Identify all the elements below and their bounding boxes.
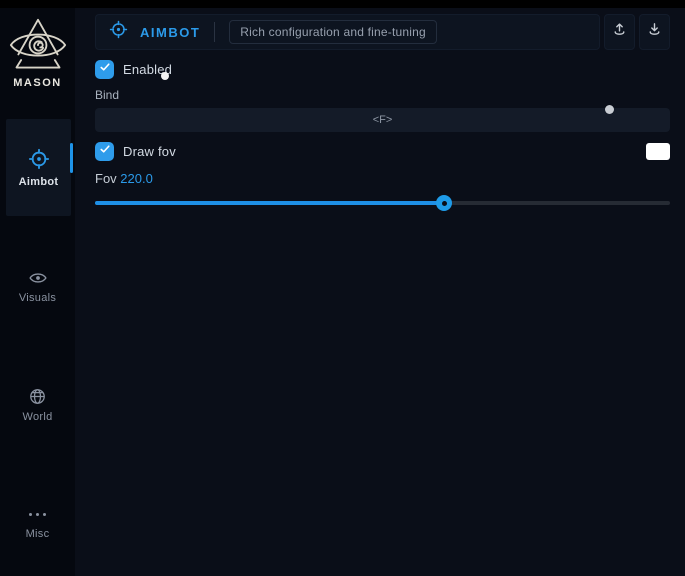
fov-value: 220.0 — [120, 171, 153, 186]
bind-input[interactable]: <F> — [95, 108, 670, 132]
globe-icon — [29, 388, 46, 405]
ellipsis-icon — [29, 506, 46, 522]
sidebar-item-world[interactable]: World — [0, 379, 75, 431]
bind-label: Bind — [95, 88, 670, 102]
cursor-dot — [161, 72, 169, 80]
draw-fov-checkbox[interactable] — [95, 142, 114, 161]
bind-value: <F> — [373, 114, 393, 126]
logo-text: MASON — [13, 77, 61, 89]
sidebar-item-misc[interactable]: Misc — [0, 497, 75, 549]
crosshair-icon — [28, 148, 50, 170]
fov-slider-fill — [95, 201, 444, 205]
page-title: AIMBOT — [140, 25, 200, 40]
mason-eye-pyramid-icon — [8, 17, 68, 75]
sidebar-item-aimbot[interactable]: Aimbot — [6, 119, 71, 216]
cursor-dot — [605, 105, 614, 114]
page-subtitle: Rich configuration and fine-tuning — [229, 20, 437, 44]
active-indicator — [70, 143, 73, 173]
upload-config-button[interactable] — [604, 14, 635, 50]
sidebar-item-label: Visuals — [19, 292, 56, 304]
sidebar: MASON Aimbot Visuals — [0, 8, 75, 576]
header-bar: AIMBOT Rich configuration and fine-tunin… — [95, 14, 600, 50]
draw-fov-label: Draw fov — [123, 144, 176, 159]
sidebar-item-label: Aimbot — [19, 176, 59, 188]
download-config-button[interactable] — [639, 14, 670, 50]
check-icon — [99, 60, 111, 78]
enabled-row: Enabled — [95, 59, 670, 79]
sidebar-item-label: World — [22, 411, 52, 423]
page-header: AIMBOT Rich configuration and fine-tunin… — [95, 14, 670, 50]
draw-fov-row: Draw fov — [95, 141, 670, 161]
eye-icon — [29, 270, 47, 286]
enabled-checkbox[interactable] — [95, 60, 114, 79]
app-window: MASON Aimbot Visuals — [0, 0, 685, 576]
sidebar-item-label: Misc — [26, 528, 50, 540]
upload-icon — [611, 21, 628, 43]
download-icon — [646, 21, 663, 43]
fov-slider[interactable] — [95, 195, 670, 211]
crosshair-icon — [109, 20, 128, 44]
fov-color-swatch[interactable] — [646, 143, 670, 160]
sidebar-item-visuals[interactable]: Visuals — [0, 261, 75, 313]
fov-label-text: Fov — [95, 171, 117, 186]
main-panel: AIMBOT Rich configuration and fine-tunin… — [75, 8, 685, 576]
check-icon — [99, 142, 111, 160]
fov-label: Fov 220.0 — [95, 171, 670, 186]
app-logo: MASON — [0, 8, 75, 96]
header-divider — [214, 22, 215, 42]
fov-slider-handle[interactable] — [436, 195, 452, 211]
